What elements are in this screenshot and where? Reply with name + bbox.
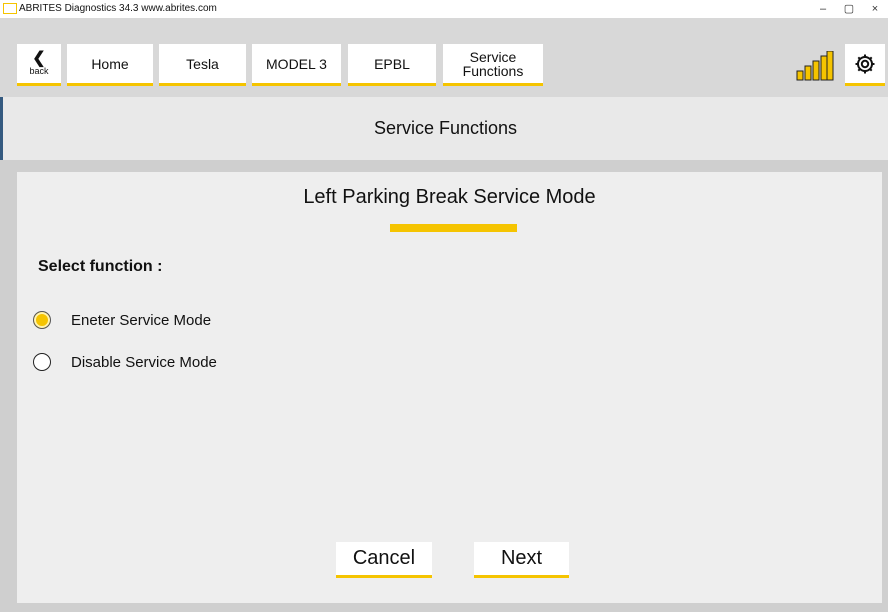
panel-frame-bottom xyxy=(0,603,888,612)
option-label: Disable Service Mode xyxy=(71,353,217,371)
back-label: back xyxy=(29,65,49,76)
maximize-button[interactable]: ▢ xyxy=(836,0,862,18)
breadcrumb-epbl[interactable]: EPBL xyxy=(348,44,436,86)
window-titlebar: ABRITES Diagnostics 34.3 www.abrites.com… xyxy=(0,0,888,18)
gear-icon xyxy=(855,54,875,73)
breadcrumb-service-functions[interactable]: Service Functions xyxy=(443,44,543,86)
window-title: ABRITES Diagnostics 34.3 www.abrites.com xyxy=(19,3,217,14)
title-underline xyxy=(390,224,517,232)
option-enter-service-mode[interactable]: Eneter Service Mode xyxy=(33,309,211,331)
navigation-bar: ❮ back Home Tesla MODEL 3 EPBL Service F… xyxy=(0,18,888,97)
next-button[interactable]: Next xyxy=(474,542,569,578)
panel-frame-left xyxy=(0,172,17,603)
breadcrumb-service-line2: Functions xyxy=(462,62,524,79)
breadcrumb-service-line1: Service xyxy=(469,48,517,65)
breadcrumb-model-3[interactable]: MODEL 3 xyxy=(252,44,341,86)
select-function-label: Select function : xyxy=(38,258,163,275)
signal-bars-icon xyxy=(796,51,834,81)
minimize-button[interactable]: – xyxy=(810,0,836,18)
radio-unselected-icon[interactable] xyxy=(33,353,51,371)
chevron-left-icon: ❮ xyxy=(32,49,46,67)
function-panel xyxy=(17,172,882,603)
radio-selected-icon[interactable] xyxy=(33,311,51,329)
close-button[interactable]: × xyxy=(862,0,888,18)
app-logo-icon xyxy=(3,3,17,14)
option-disable-service-mode[interactable]: Disable Service Mode xyxy=(33,351,217,373)
section-title: Service Functions xyxy=(373,118,518,138)
header-divider xyxy=(0,160,888,172)
settings-button[interactable] xyxy=(845,44,885,86)
option-label: Eneter Service Mode xyxy=(71,311,212,329)
section-header: Service Functions xyxy=(0,97,888,160)
panel-frame-right xyxy=(882,160,888,612)
back-button[interactable]: ❮ back xyxy=(17,44,61,86)
panel-title: Left Parking Break Service Mode xyxy=(303,186,596,208)
breadcrumb-tesla[interactable]: Tesla xyxy=(159,44,246,86)
breadcrumb-home[interactable]: Home xyxy=(67,44,153,86)
cancel-button[interactable]: Cancel xyxy=(336,542,432,578)
